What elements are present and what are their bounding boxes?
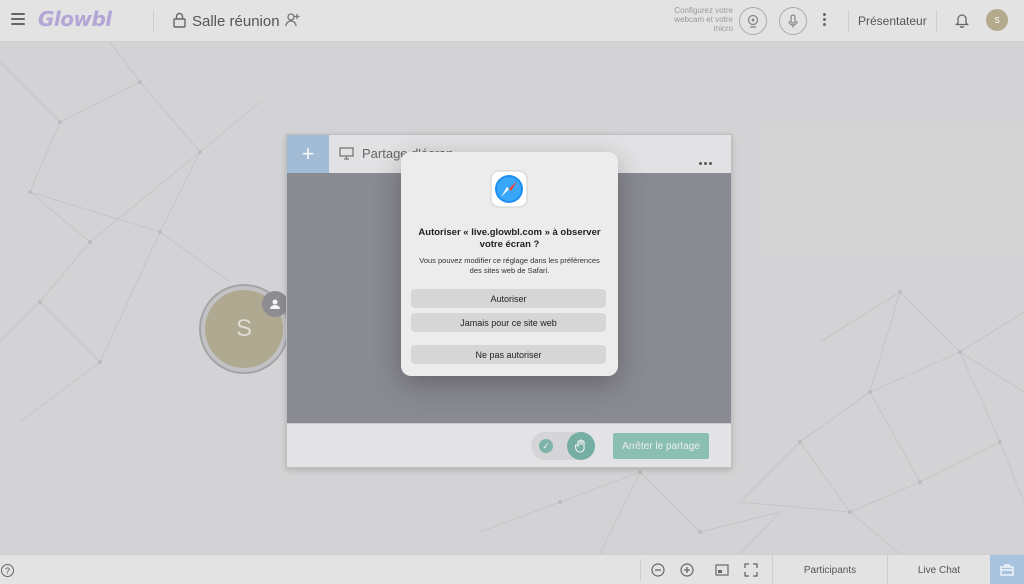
zoom-out-icon[interactable] (651, 563, 665, 577)
bottom-bar: ? Participants Live Chat (0, 554, 1024, 584)
webcam-button[interactable] (739, 7, 767, 35)
divider (936, 10, 937, 32)
more-options-icon[interactable] (823, 13, 827, 29)
webcam-icon (747, 14, 759, 28)
config-hint: Configurez votre webcam et votre micro (674, 6, 733, 33)
dialog-title: Autoriser « live.glowbl.com » à observer… (418, 227, 601, 250)
briefcase-icon (1000, 564, 1014, 576)
presenter-button[interactable]: Présentateur (858, 14, 927, 28)
live-chat-tab[interactable]: Live Chat (887, 555, 990, 584)
app-logo[interactable]: Glowbl (38, 7, 112, 31)
never-for-site-button[interactable]: Jamais pour ce site web (411, 313, 606, 332)
microphone-button[interactable] (779, 7, 807, 35)
divider (153, 10, 154, 32)
divider (848, 10, 849, 32)
fullscreen-icon[interactable] (744, 563, 758, 577)
screen-share-permission-dialog: Autoriser « live.glowbl.com » à observer… (401, 152, 618, 376)
notifications-bell-icon[interactable] (955, 12, 969, 28)
help-icon[interactable]: ? (1, 564, 14, 577)
user-avatar[interactable]: S (986, 9, 1008, 31)
allow-button[interactable]: Autoriser (411, 289, 606, 308)
room-name: Salle réunion (192, 13, 280, 30)
lock-icon (173, 12, 186, 28)
safari-icon (490, 170, 528, 208)
participants-tab[interactable]: Participants (772, 555, 887, 584)
briefcase-button[interactable] (990, 555, 1024, 584)
microphone-icon (788, 14, 798, 28)
zoom-in-icon[interactable] (680, 563, 694, 577)
divider (640, 559, 641, 581)
add-user-icon[interactable] (285, 12, 301, 28)
layout-icon[interactable] (715, 563, 729, 577)
deny-button[interactable]: Ne pas autoriser (411, 345, 606, 364)
dialog-message: Vous pouvez modifier ce réglage dans les… (419, 256, 600, 275)
hamburger-menu-icon[interactable] (11, 13, 25, 25)
top-bar: Glowbl Salle réunion Configurez votre we… (0, 0, 1024, 42)
